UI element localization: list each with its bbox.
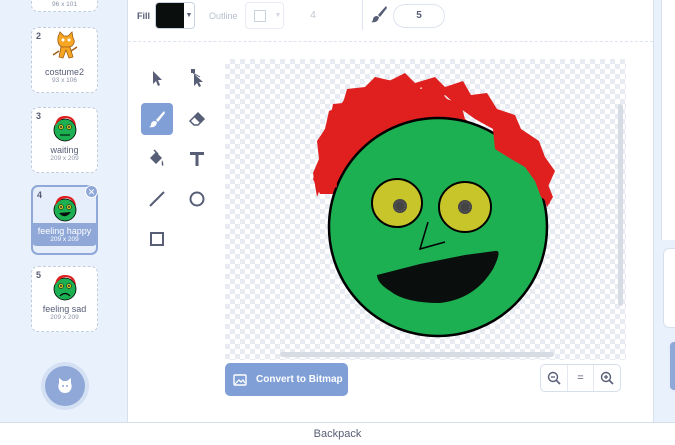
fill-tool[interactable] — [141, 143, 173, 175]
zoom-out-button[interactable] — [541, 365, 568, 391]
toolbar-divider — [362, 0, 363, 30]
brush-size-input[interactable]: 5 — [393, 4, 445, 28]
costume-number: 2 — [36, 31, 42, 41]
fill-color-picker[interactable]: ▼ — [155, 2, 195, 29]
sprite-info-edge — [663, 248, 675, 328]
circle-tool[interactable] — [181, 183, 213, 215]
line-icon — [149, 191, 165, 207]
horizontal-scrollbar[interactable] — [280, 352, 554, 357]
choose-costume-button[interactable] — [45, 366, 85, 406]
eraser-icon — [188, 111, 206, 126]
text-icon — [190, 152, 204, 166]
costume-size: 96 x 101 — [52, 1, 77, 8]
chevron-down-icon: ▼ — [184, 3, 194, 28]
rectangle-icon — [150, 232, 164, 246]
zoom-in-button[interactable] — [594, 365, 620, 391]
zoom-controls: = — [540, 364, 621, 392]
eraser-tool[interactable] — [181, 103, 213, 135]
outline-color-swatch — [246, 3, 273, 28]
stage-preview-edge — [661, 0, 675, 240]
line-tool[interactable] — [141, 183, 173, 215]
reshape-icon — [191, 69, 203, 87]
fill-label: Fill — [137, 11, 150, 21]
paint-toolbar: Fill ▼ Outline ▼ 4 5 — [128, 0, 653, 42]
brush-size-icon — [371, 6, 387, 23]
zoom-in-icon — [600, 371, 614, 385]
fill-color-swatch — [156, 3, 184, 28]
paint-editor: Fill ▼ Outline ▼ 4 5 Convert to Bitmap = — [128, 0, 653, 422]
outline-width-input[interactable]: 4 — [298, 6, 328, 26]
outline-color-picker[interactable]: ▼ — [245, 2, 284, 29]
drawing-canvas[interactable] — [225, 59, 626, 360]
circle-icon — [189, 191, 205, 207]
costume-item[interactable]: 96 x 101 — [31, 0, 98, 12]
face-thumbnail — [53, 116, 76, 142]
costume-item[interactable]: 2 costume2 93 x 106 — [31, 27, 98, 93]
costume-number: 3 — [36, 111, 42, 121]
image-icon — [233, 373, 247, 386]
costume-size: 209 x 209 — [50, 236, 79, 243]
costume-size: 209 x 209 — [50, 155, 79, 162]
costume-item[interactable]: 5 feeling sad 209 x 209 — [31, 266, 98, 332]
convert-to-bitmap-button[interactable]: Convert to Bitmap — [225, 363, 348, 396]
brush-icon — [149, 111, 165, 128]
costume-item[interactable]: 3 waiting 209 x 209 — [31, 107, 98, 173]
costume-name: feeling happy — [37, 226, 92, 236]
face-thumbnail — [53, 196, 76, 222]
costume-name: costume2 — [44, 67, 85, 77]
face-drawing — [313, 73, 555, 338]
zoom-reset-button[interactable]: = — [568, 365, 595, 391]
select-icon — [153, 71, 162, 86]
costume-name: waiting — [50, 145, 79, 155]
convert-button-label: Convert to Bitmap — [256, 374, 343, 385]
chevron-down-icon: ▼ — [274, 12, 282, 19]
backpack-bar[interactable]: Backpack — [0, 422, 675, 445]
brush-tool[interactable] — [141, 103, 173, 135]
costume-item-selected[interactable]: 4 ✕ feeling happy 209 x 209 — [31, 185, 98, 255]
costume-name: feeling sad — [42, 304, 87, 314]
reshape-tool[interactable] — [181, 62, 213, 94]
costume-list: 96 x 101 2 costume2 93 x 106 3 waiting 2… — [0, 0, 128, 422]
text-tool[interactable] — [181, 143, 213, 175]
rectangle-tool[interactable] — [141, 223, 173, 255]
outline-label: Outline — [209, 11, 238, 21]
cat-thumbnail — [52, 31, 77, 59]
select-tool[interactable] — [141, 62, 173, 94]
costume-size: 93 x 106 — [52, 77, 77, 84]
costume-size: 209 x 209 — [50, 314, 79, 321]
cat-icon — [58, 378, 72, 393]
stage-button-edge[interactable] — [668, 340, 675, 392]
costume-number: 5 — [36, 270, 42, 280]
vertical-scrollbar[interactable] — [618, 104, 623, 306]
zoom-out-icon — [547, 371, 561, 385]
face-thumbnail — [53, 275, 76, 301]
delete-costume-icon[interactable]: ✕ — [85, 185, 98, 198]
costume-number: 4 — [37, 190, 43, 200]
fill-icon — [150, 149, 164, 166]
